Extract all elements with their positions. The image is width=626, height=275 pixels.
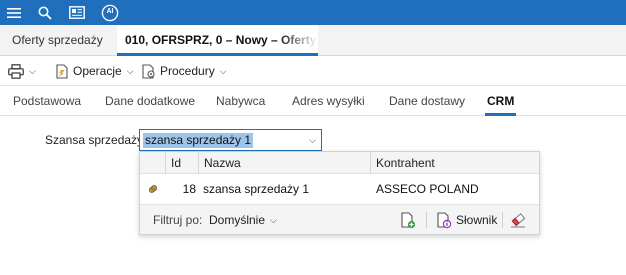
- top-bar: AI: [0, 0, 626, 25]
- row-name: szansa sprzedaży 1: [203, 182, 310, 196]
- procedures-button[interactable]: Procedury ⌵: [141, 56, 227, 86]
- lookup-dropdown: Id Nazwa Kontrahent 18 szansa sprzedaży …: [139, 151, 540, 235]
- document-tabs: Oferty sprzedaży 010, OFRSPRZ, 0 – Nowy …: [0, 25, 626, 56]
- clear-button[interactable]: [510, 205, 527, 235]
- column-header-name[interactable]: Nazwa: [198, 152, 370, 174]
- filter-select[interactable]: Domyślnie ⌵: [209, 205, 277, 235]
- section-tabs: Podstawowa Dane dodatkowe Nabywca Adres …: [0, 86, 626, 116]
- toolbar: ⌵ Operacje ⌵ Procedury ⌵: [0, 56, 626, 86]
- filter-value: Domyślnie: [209, 213, 266, 227]
- ai-label: AI: [106, 8, 114, 15]
- procedures-label: Procedury: [160, 64, 215, 78]
- procedures-icon: [142, 63, 155, 79]
- row-id: 18: [182, 182, 196, 196]
- sales-opportunity-value[interactable]: szansa sprzedaży 1: [143, 133, 254, 148]
- divider: [426, 212, 427, 228]
- chevron-down-icon: ⌵: [126, 65, 134, 76]
- chevron-down-icon: ⌵: [270, 214, 277, 225]
- grid-header: Id Nazwa Kontrahent: [140, 152, 539, 174]
- search-icon[interactable]: [35, 0, 55, 25]
- operations-icon: [56, 63, 68, 79]
- eraser-icon: [511, 213, 526, 228]
- tab-fade: [278, 25, 318, 56]
- news-icon[interactable]: [66, 0, 88, 25]
- chevron-down-icon: ⌵: [29, 65, 36, 76]
- tab-crm[interactable]: CRM: [484, 86, 517, 116]
- tab-delivery-data[interactable]: Dane dostawy: [389, 86, 465, 116]
- tab-buyer[interactable]: Nabywca: [216, 86, 265, 116]
- operations-button[interactable]: Operacje ⌵: [55, 56, 134, 86]
- tab-shipping-address[interactable]: Adres wysyłki: [292, 86, 365, 116]
- printer-icon: [8, 63, 24, 79]
- chevron-down-icon: ⌵: [219, 65, 227, 76]
- operations-label: Operacje: [73, 64, 122, 78]
- table-row[interactable]: 18 szansa sprzedaży 1 ASSECO POLAND: [140, 174, 539, 204]
- tab-offers-list[interactable]: Oferty sprzedaży: [12, 25, 112, 56]
- opportunity-icon: [146, 174, 162, 204]
- add-new-button[interactable]: [400, 205, 416, 235]
- grid-footer: Filtruj po: Domyślnie ⌵ Słownik: [140, 204, 539, 234]
- tab-additional-data[interactable]: Dane dodatkowe: [105, 86, 195, 116]
- print-button[interactable]: ⌵: [8, 56, 36, 86]
- menu-icon[interactable]: [4, 0, 24, 25]
- divider: [502, 212, 503, 228]
- sales-opportunity-label: Szansa sprzedaży: [45, 133, 144, 147]
- row-contractor: ASSECO POLAND: [376, 182, 479, 196]
- add-document-icon: [401, 211, 416, 228]
- chevron-down-icon[interactable]: ⌵: [309, 135, 316, 146]
- filter-label: Filtruj po:: [153, 213, 203, 227]
- dictionary-button[interactable]: Słownik: [436, 205, 497, 235]
- column-header-id[interactable]: Id: [165, 152, 198, 174]
- sales-opportunity-combobox[interactable]: szansa sprzedaży 1 ⌵: [139, 129, 322, 151]
- ai-icon[interactable]: AI: [99, 0, 121, 25]
- column-header-contractor[interactable]: Kontrahent: [370, 152, 539, 174]
- dictionary-label: Słownik: [456, 213, 498, 227]
- tab-offer-document[interactable]: 010, OFRSPRZ, 0 – Nowy – Oferty dla c: [117, 25, 318, 56]
- tab-basic[interactable]: Podstawowa: [13, 86, 81, 116]
- dictionary-icon: [437, 211, 452, 228]
